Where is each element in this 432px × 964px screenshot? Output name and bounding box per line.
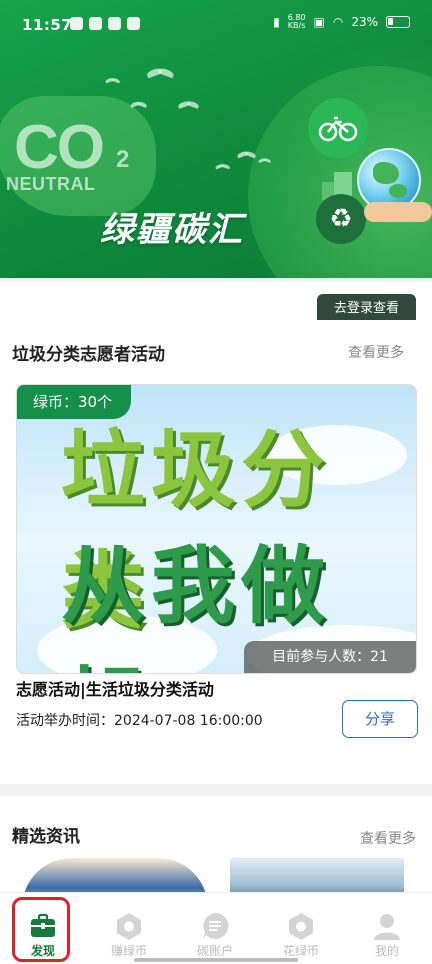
activity-title[interactable]: 志愿活动|生活垃圾分类活动 (16, 676, 214, 700)
vibrate-icon: ▮ (273, 15, 280, 29)
status-time: 11:57 (22, 16, 73, 34)
section-title-volunteer: 垃圾分类志愿者活动 (12, 345, 165, 365)
recycle-icon: ♻ (316, 194, 366, 244)
login-button[interactable]: 去登录查看 (317, 294, 416, 320)
news-section: 精选资讯 查看更多 (0, 796, 432, 908)
bird-icon (105, 76, 120, 84)
system-icons: ▮ 6.80 KB/s ▣ ◠ 23% (273, 14, 410, 30)
main-content: 去登录查看 垃圾分类志愿者活动 查看更多 垃圾分类 从我做起 绿币：30个 目前… (0, 282, 432, 784)
see-more-volunteer-link[interactable]: 查看更多 (348, 342, 404, 362)
weibo-icon (89, 17, 102, 30)
activity-time: 活动举办时间：2024-07-08 16:00:00 (16, 713, 263, 729)
person-icon (372, 911, 402, 941)
battery-percent: 23% (351, 15, 378, 29)
co2-subscript: 2 (116, 146, 130, 173)
tab-carbon-account[interactable]: 碳账户 (172, 893, 258, 964)
bird-icon (147, 64, 176, 80)
section-title-news: 精选资讯 (12, 827, 80, 847)
crown-app-icon (127, 17, 140, 30)
activity-banner[interactable]: 垃圾分类 从我做起 绿币：30个 目前参与人数：21 (16, 384, 417, 674)
app-notification-icon (70, 17, 83, 30)
bird-icon (237, 149, 257, 160)
participants-count: 目前参与人数：21 (244, 641, 416, 673)
neutral-text: NEUTRAL (6, 174, 96, 194)
notification-icons (70, 17, 140, 30)
tab-spend-coins[interactable]: 花绿币 (258, 893, 344, 964)
tab-label: 赚绿币 (110, 944, 147, 958)
hand-icon (364, 202, 432, 222)
hexagon-icon (114, 911, 144, 941)
bicycle-icon (308, 98, 368, 158)
wifi-icon: ◠ (332, 15, 344, 29)
leaf-app-icon (108, 17, 121, 30)
tab-label: 碳账户 (196, 944, 233, 958)
status-bar: 11:57 ▮ 6.80 KB/s ▣ ◠ 23% (0, 0, 432, 48)
hero-banner: 11:57 ▮ 6.80 KB/s ▣ ◠ 23% CO 2 NEUTRAL ♻… (0, 0, 432, 278)
active-tab-highlight (12, 897, 70, 962)
battery-icon (386, 16, 410, 28)
bird-icon (258, 156, 271, 163)
see-more-news-link[interactable]: 查看更多 (360, 828, 416, 848)
home-indicator[interactable] (134, 958, 298, 962)
hero-title: 绿疆碳汇 (100, 210, 244, 250)
co2-text: CO (14, 113, 105, 182)
tab-mine[interactable]: 我的 (344, 893, 430, 964)
bird-icon (178, 98, 200, 110)
bird-icon (215, 162, 230, 170)
bird-icon (130, 99, 148, 109)
co2-neutral-graphic: CO 2 NEUTRAL (0, 96, 156, 216)
nfc-icon: ▣ (313, 15, 325, 29)
tab-earn-coins[interactable]: 赚绿币 (86, 893, 172, 964)
share-button[interactable]: 分享 (342, 700, 418, 738)
green-coin-badge: 绿币：30个 (17, 385, 131, 419)
document-bubble-icon (200, 911, 230, 941)
tab-label: 花绿币 (282, 944, 319, 958)
tab-label: 我的 (374, 944, 399, 958)
hexagon-icon (286, 911, 316, 941)
net-speed: 6.80 KB/s (287, 13, 306, 30)
